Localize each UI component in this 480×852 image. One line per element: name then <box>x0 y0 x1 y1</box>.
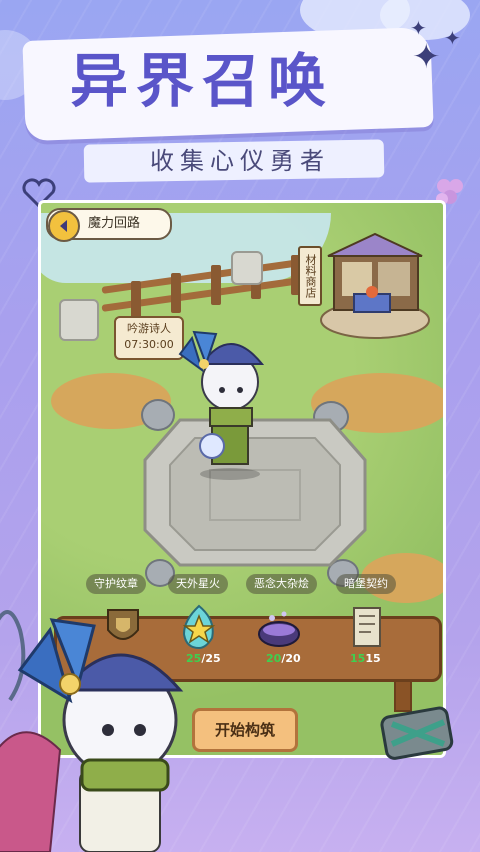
item-count: 1515 <box>350 652 381 665</box>
rope-bundle-icon <box>380 706 454 760</box>
cauldron-icon[interactable] <box>256 604 302 650</box>
back-arrow-icon <box>60 220 67 232</box>
stone-block <box>59 299 99 341</box>
fence-post <box>131 281 141 321</box>
material-shop[interactable] <box>320 232 430 342</box>
shop-sign[interactable]: 材料商店 <box>298 246 322 306</box>
page-title: 异界召唤 <box>70 47 335 115</box>
fence-post <box>171 273 181 313</box>
stone-block <box>231 251 263 285</box>
hero-character[interactable] <box>172 324 282 484</box>
tab-evil-stew[interactable]: 恶念大杂烩 <box>246 574 317 594</box>
mascot-character <box>0 610 184 852</box>
page-subtitle: 收集心仪勇者 <box>150 147 330 175</box>
fence-post <box>211 265 221 305</box>
scroll-contract-icon[interactable] <box>344 604 390 650</box>
item-count: 20/20 <box>266 652 301 665</box>
back-label: 魔力回路 <box>88 216 141 231</box>
tab-dark-fort-contract[interactable]: 暗堡契约 <box>336 574 396 594</box>
sparkle-icon: ✦ <box>410 16 427 40</box>
sparkle-icon: ✦ <box>412 37 441 77</box>
back-button[interactable] <box>48 210 80 242</box>
sparkle-icon: ✦ <box>444 26 461 50</box>
